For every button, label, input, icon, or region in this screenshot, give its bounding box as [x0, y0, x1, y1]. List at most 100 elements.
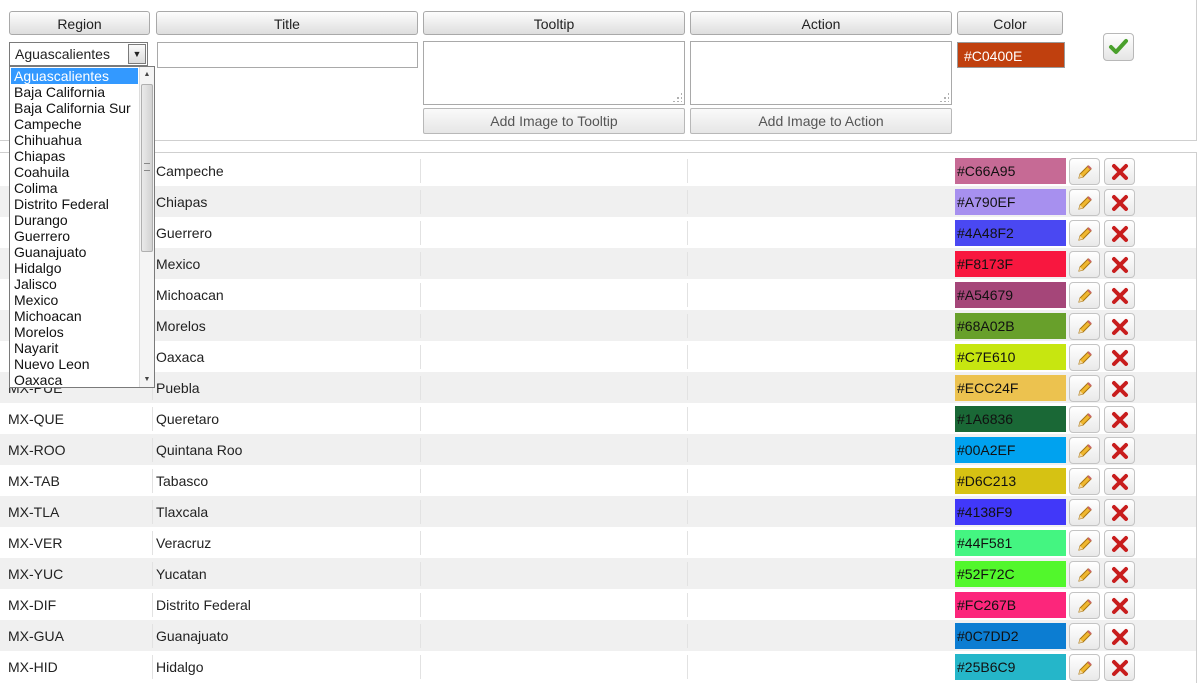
- color-swatch: #D6C213: [955, 468, 1066, 494]
- action-textarea[interactable]: [690, 41, 952, 105]
- header-title[interactable]: Title: [156, 11, 418, 35]
- region-option[interactable]: Chiapas: [11, 148, 138, 164]
- region-option[interactable]: Nuevo Leon: [11, 356, 138, 372]
- delete-button[interactable]: [1104, 468, 1135, 495]
- edit-button[interactable]: [1069, 220, 1100, 247]
- region-option[interactable]: Guerrero: [11, 228, 138, 244]
- delete-button[interactable]: [1104, 189, 1135, 216]
- edit-button[interactable]: [1069, 654, 1100, 681]
- header-region[interactable]: Region: [9, 11, 150, 35]
- region-option[interactable]: Michoacan: [11, 308, 138, 324]
- column-divider: [687, 500, 688, 524]
- edit-button[interactable]: [1069, 468, 1100, 495]
- delete-button[interactable]: [1104, 344, 1135, 371]
- region-code: MX-VER: [8, 535, 63, 551]
- delete-button[interactable]: [1104, 561, 1135, 588]
- region-option[interactable]: Colima: [11, 180, 138, 196]
- region-title: Guerrero: [156, 225, 213, 241]
- delete-button[interactable]: [1104, 158, 1135, 185]
- region-option[interactable]: Chihuahua: [11, 132, 138, 148]
- edit-button[interactable]: [1069, 530, 1100, 557]
- region-title: Puebla: [156, 380, 200, 396]
- delete-button[interactable]: [1104, 654, 1135, 681]
- region-title: Quintana Roo: [156, 442, 243, 458]
- table-row: MX-OAXOaxaca#C7E610: [0, 341, 1196, 372]
- scrollbar-thumb[interactable]: [141, 84, 153, 252]
- add-image-to-action-button[interactable]: Add Image to Action: [690, 108, 952, 134]
- tooltip-textarea[interactable]: [423, 41, 685, 105]
- column-divider: [687, 159, 688, 183]
- resize-grip-icon[interactable]: [672, 92, 682, 102]
- region-option[interactable]: Hidalgo: [11, 260, 138, 276]
- header-tooltip[interactable]: Tooltip: [423, 11, 685, 35]
- region-option[interactable]: Jalisco: [11, 276, 138, 292]
- region-option[interactable]: Oaxaca: [11, 372, 138, 387]
- edit-button[interactable]: [1069, 437, 1100, 464]
- region-title: Tlaxcala: [156, 504, 209, 520]
- edit-button[interactable]: [1069, 406, 1100, 433]
- confirm-button[interactable]: [1103, 33, 1134, 61]
- scroll-down-arrow-icon[interactable]: ▼: [140, 372, 154, 387]
- scroll-up-arrow-icon[interactable]: ▲: [140, 67, 154, 82]
- region-option[interactable]: Coahuila: [11, 164, 138, 180]
- edit-button[interactable]: [1069, 282, 1100, 309]
- edit-button[interactable]: [1069, 313, 1100, 340]
- region-option[interactable]: Campeche: [11, 116, 138, 132]
- edit-button[interactable]: [1069, 251, 1100, 278]
- column-divider: [152, 562, 153, 586]
- region-option[interactable]: Durango: [11, 212, 138, 228]
- region-option[interactable]: Mexico: [11, 292, 138, 308]
- edit-button[interactable]: [1069, 375, 1100, 402]
- region-dropdown-list[interactable]: Aguascalientes Baja California Baja Califo…: [9, 66, 155, 388]
- column-divider: [152, 624, 153, 648]
- column-divider: [687, 376, 688, 400]
- delete-button[interactable]: [1104, 251, 1135, 278]
- region-option[interactable]: Baja California Sur: [11, 100, 138, 116]
- column-divider: [420, 655, 421, 679]
- region-option[interactable]: Aguascalientes: [11, 68, 138, 84]
- region-option[interactable]: Baja California: [11, 84, 138, 100]
- color-swatch: #A54679: [955, 282, 1066, 308]
- delete-button[interactable]: [1104, 499, 1135, 526]
- delete-button[interactable]: [1104, 406, 1135, 433]
- delete-button[interactable]: [1104, 313, 1135, 340]
- delete-button[interactable]: [1104, 592, 1135, 619]
- resize-grip-icon[interactable]: [939, 92, 949, 102]
- edit-button[interactable]: [1069, 561, 1100, 588]
- edit-button[interactable]: [1069, 344, 1100, 371]
- column-divider: [152, 438, 153, 462]
- delete-button[interactable]: [1104, 530, 1135, 557]
- delete-button[interactable]: [1104, 437, 1135, 464]
- region-option[interactable]: Guanajuato: [11, 244, 138, 260]
- header-color[interactable]: Color: [957, 11, 1063, 35]
- edit-button[interactable]: [1069, 499, 1100, 526]
- table-row: MX-DIF Distrito Federal #FC267B: [0, 589, 1196, 620]
- header-action[interactable]: Action: [690, 11, 952, 35]
- table-row: MX-YUC Yucatan #52F72C: [0, 558, 1196, 589]
- column-divider: [687, 314, 688, 338]
- column-divider: [420, 314, 421, 338]
- add-image-to-tooltip-button[interactable]: Add Image to Tooltip: [423, 108, 685, 134]
- region-option[interactable]: Distrito Federal: [11, 196, 138, 212]
- color-swatch: #1A6836: [955, 406, 1066, 432]
- delete-button[interactable]: [1104, 220, 1135, 247]
- column-divider: [152, 655, 153, 679]
- region-select[interactable]: Aguascalientes ▼: [9, 42, 148, 66]
- delete-button[interactable]: [1104, 623, 1135, 650]
- delete-button[interactable]: [1104, 282, 1135, 309]
- dropdown-scrollbar[interactable]: ▲ ▼: [139, 67, 154, 387]
- column-divider: [687, 438, 688, 462]
- edit-button[interactable]: [1069, 623, 1100, 650]
- delete-button[interactable]: [1104, 375, 1135, 402]
- column-divider: [420, 190, 421, 214]
- title-input[interactable]: [157, 42, 418, 68]
- edit-button[interactable]: [1069, 158, 1100, 185]
- region-option[interactable]: Nayarit: [11, 340, 138, 356]
- dropdown-arrow-icon[interactable]: ▼: [128, 44, 146, 64]
- region-option[interactable]: Morelos: [11, 324, 138, 340]
- edit-button[interactable]: [1069, 189, 1100, 216]
- color-input[interactable]: #C0400E: [957, 42, 1065, 68]
- edit-button[interactable]: [1069, 592, 1100, 619]
- color-swatch: #4138F9: [955, 499, 1066, 525]
- table-row: MX-HID Hidalgo #25B6C9: [0, 651, 1196, 682]
